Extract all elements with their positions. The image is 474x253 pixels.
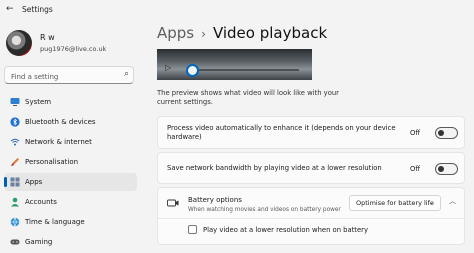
- chevron-up-icon[interactable]: ︿: [449, 196, 456, 206]
- sidebar-item-gaming[interactable]: Gaming: [4, 233, 137, 251]
- setting-battery-options: Battery options When watching movies and…: [157, 187, 465, 245]
- sidebar-item-time-language[interactable]: Time & language: [4, 213, 137, 231]
- monitor-icon: [10, 98, 20, 106]
- bluetooth-icon: [10, 117, 20, 127]
- battery-options-subtitle: When watching movies and videos on batte…: [188, 207, 341, 213]
- search-input[interactable]: [9, 69, 121, 84]
- battery-mode-select[interactable]: Optimise for battery life ⌄: [349, 195, 441, 211]
- chevron-down-icon: ⌄: [428, 199, 434, 206]
- title-bar: ← Settings: [0, 0, 474, 20]
- bandwidth-toggle-group[interactable]: Off: [410, 163, 458, 175]
- sidebar-item-label: Bluetooth & devices: [25, 118, 96, 126]
- sidebar-item-label: Time & language: [25, 218, 85, 226]
- gamepad-icon: [10, 239, 20, 245]
- sidebar-item-label: Apps: [25, 178, 43, 186]
- breadcrumb-separator: ›: [201, 27, 206, 41]
- page-title: Video playback: [212, 24, 328, 42]
- setting-label: Process video automatically to enhance i…: [167, 124, 396, 141]
- profile-email: pug1976@live.co.uk: [40, 45, 107, 53]
- enhance-toggle-group[interactable]: Off: [410, 127, 458, 139]
- sidebar-item-apps[interactable]: Apps: [4, 173, 137, 191]
- profile-name: R w: [40, 33, 55, 42]
- toggle-knob: [438, 130, 444, 136]
- wifi-icon: [10, 138, 20, 146]
- divider: [158, 218, 464, 219]
- sidebar-item-network[interactable]: Network & internet: [4, 133, 137, 151]
- toggle-knob: [438, 166, 444, 172]
- toggle-state-label: Off: [410, 129, 421, 137]
- checkbox-label: Play video at a lower resolution when on…: [203, 226, 368, 234]
- sidebar-item-system[interactable]: System: [4, 93, 137, 111]
- toggle-state-label: Off: [410, 165, 421, 173]
- person-icon: [11, 197, 19, 207]
- sidebar-item-accounts[interactable]: Accounts: [4, 193, 137, 211]
- window-title: Settings: [22, 5, 53, 14]
- avatar[interactable]: [6, 30, 32, 56]
- video-preview[interactable]: ▷: [157, 49, 312, 80]
- search-icon[interactable]: ⌕: [124, 69, 129, 79]
- apps-icon: [10, 177, 20, 187]
- sidebar-item-personalisation[interactable]: Personalisation: [4, 153, 137, 171]
- play-icon[interactable]: ▷: [165, 63, 171, 72]
- bandwidth-toggle[interactable]: [435, 163, 458, 175]
- video-battery-icon: [167, 199, 179, 207]
- seek-handle[interactable]: [186, 64, 199, 77]
- battery-mode-value: Optimise for battery life: [356, 199, 434, 207]
- back-arrow-icon[interactable]: ←: [6, 4, 14, 14]
- lower-resolution-checkbox[interactable]: [188, 225, 197, 234]
- breadcrumb: Apps › Video playback: [157, 24, 327, 42]
- setting-label: Save network bandwidth by playing video …: [167, 164, 382, 172]
- sidebar-item-bluetooth[interactable]: Bluetooth & devices: [4, 113, 137, 131]
- setting-enhance-video: Process video automatically to enhance i…: [157, 116, 465, 149]
- setting-save-bandwidth: Save network bandwidth by playing video …: [157, 152, 465, 184]
- enhance-toggle[interactable]: [435, 127, 458, 139]
- sidebar-item-label: Personalisation: [25, 158, 79, 166]
- globe-icon: [10, 217, 20, 227]
- seek-track[interactable]: [189, 69, 299, 71]
- active-indicator: [4, 177, 7, 187]
- sidebar-item-label: Accounts: [25, 198, 57, 206]
- brush-icon: [11, 158, 19, 167]
- sidebar-item-label: Gaming: [25, 238, 53, 246]
- breadcrumb-parent[interactable]: Apps: [157, 24, 194, 42]
- sidebar-item-label: Network & internet: [25, 138, 92, 146]
- preview-description: The preview shows what video will look l…: [157, 89, 339, 106]
- battery-options-title: Battery options: [188, 196, 242, 204]
- search-box[interactable]: ⌕: [4, 66, 134, 84]
- sidebar-item-label: System: [25, 98, 52, 106]
